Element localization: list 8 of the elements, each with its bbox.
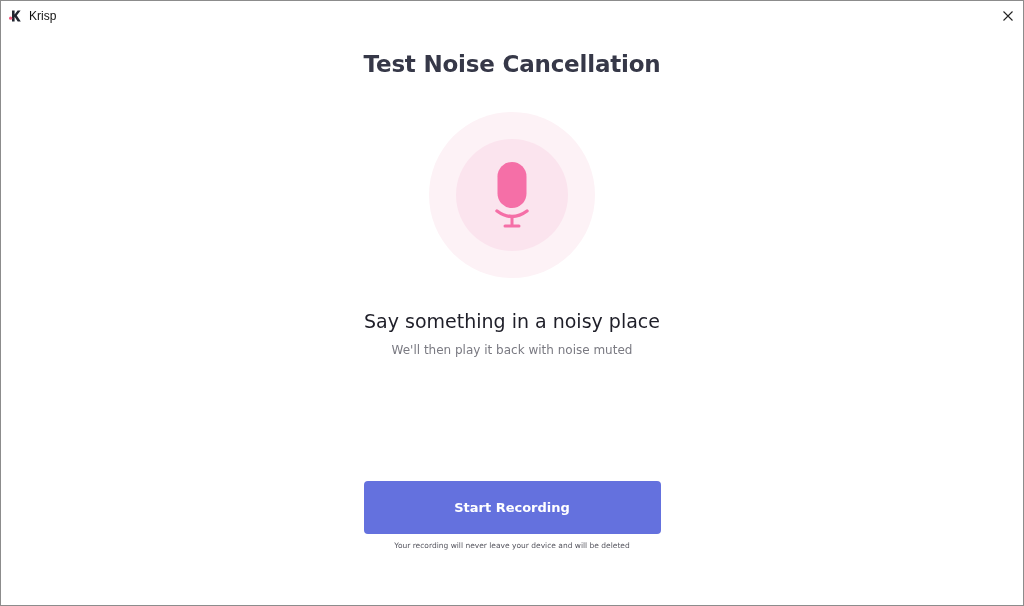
close-icon (1003, 10, 1013, 21)
prompt-subtitle: We'll then play it back with noise muted (391, 342, 633, 359)
prompt-title: Say something in a noisy place (364, 309, 660, 334)
window-title: Krisp (29, 8, 57, 23)
k-logo-icon (9, 9, 21, 22)
microphone-icon (429, 112, 595, 278)
page-heading: Test Noise Cancellation (363, 50, 661, 79)
start-recording-button[interactable]: Start Recording (363, 481, 661, 534)
